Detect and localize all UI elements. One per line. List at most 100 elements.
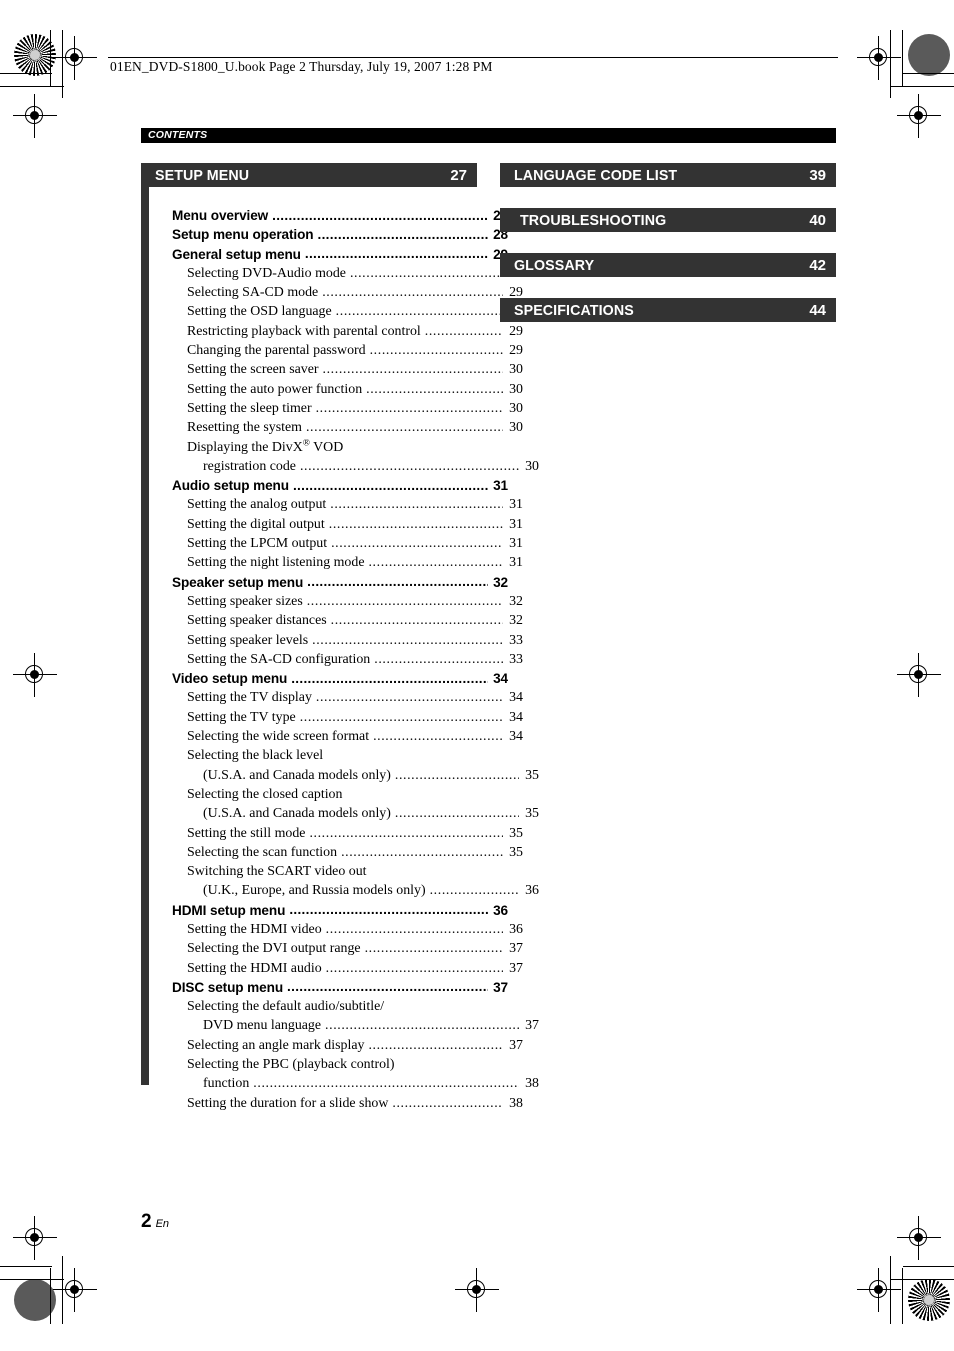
toc-entry-label: Setting the sleep timer [187, 400, 312, 416]
registration-mark-bottom-left [53, 1268, 97, 1312]
crop-line-tr-h1 [903, 73, 954, 75]
table-of-contents-left: Menu overview...........................… [141, 208, 539, 1115]
section-header-specifications[interactable]: SPECIFICATIONS 44 [500, 298, 836, 322]
toc-entry-level-2[interactable]: Selecting SA-CD mode....................… [141, 285, 523, 304]
registration-mark-top-right-lower [897, 94, 941, 138]
toc-entry-level-1[interactable]: Audio setup menu........................… [141, 478, 508, 497]
toc-entry-level-2[interactable]: Setting the OSD language................… [141, 304, 523, 323]
toc-entry-page-number: 30 [525, 458, 539, 474]
toc-entry-level-2[interactable]: Selecting the scan function.............… [141, 845, 523, 864]
registration-mark-bottom-right [857, 1268, 901, 1312]
crop-line-bl-h1 [0, 1266, 52, 1268]
toc-entry-page-number: 31 [509, 536, 523, 552]
toc-entry-level-2[interactable]: Switching the SCART video out...........… [141, 864, 523, 883]
toc-entry-level-2[interactable]: Setting the auto power function.........… [141, 382, 523, 401]
toc-entry-level-2[interactable]: Restricting playback with parental contr… [141, 324, 523, 343]
toc-entry-level-1[interactable]: General setup menu......................… [141, 247, 508, 266]
toc-entry-page-number: 31 [509, 516, 523, 532]
toc-entry-level-3[interactable]: function................................… [141, 1076, 539, 1095]
toc-entry-level-2[interactable]: Setting the night listening mode........… [141, 555, 523, 574]
halftone-star-target-bottom-right [908, 1279, 950, 1321]
toc-entry-page-number: 36 [509, 921, 523, 937]
toc-entry-level-2[interactable]: Setting the HDMI video..................… [141, 922, 523, 941]
toc-entry-level-2[interactable]: Setting the digital output..............… [141, 517, 523, 536]
toc-entry-page-number: 34 [493, 671, 508, 687]
toc-entry-level-1[interactable]: Video setup menu........................… [141, 671, 508, 690]
toc-entry-level-3[interactable]: registration code.......................… [141, 459, 539, 478]
toc-entry-level-2[interactable]: Setting the still mode..................… [141, 826, 523, 845]
toc-entry-level-2[interactable]: Setting the TV type.....................… [141, 710, 523, 729]
toc-entry-level-2[interactable]: Setting the TV display..................… [141, 690, 523, 709]
toc-entry-level-2[interactable]: Setting the duration for a slide show...… [141, 1096, 523, 1115]
toc-entry-level-2[interactable]: Displaying the DivX® VOD................… [141, 438, 523, 459]
toc-entry-level-3[interactable]: (U.S.A. and Canada models only).........… [141, 806, 539, 825]
page-folio: 2 En [141, 1211, 169, 1233]
toc-entry-level-2[interactable]: Selecting DVD-Audio mode................… [141, 266, 523, 285]
toc-entry-page-number: 30 [509, 381, 523, 397]
toc-dot-leader: ........................................… [325, 922, 503, 937]
toc-entry-label: Video setup menu [172, 671, 288, 687]
toc-entry-level-2[interactable]: Setting the LPCM output.................… [141, 536, 523, 555]
toc-entry-level-2[interactable]: Selecting an angle mark display.........… [141, 1038, 523, 1057]
folio-language-code: En [155, 1218, 170, 1230]
toc-entry-level-2[interactable]: Setting speaker levels..................… [141, 633, 523, 652]
toc-entry-level-1[interactable]: Speaker setup menu......................… [141, 575, 508, 594]
toc-entry-level-2[interactable]: Setting the SA-CD configuration.........… [141, 652, 523, 671]
toc-entry-page-number: 30 [509, 362, 523, 378]
section-header-troubleshooting[interactable]: TROUBLESHOOTING 40 [500, 208, 836, 232]
registration-mark-top-left [53, 36, 97, 80]
toc-dot-leader: ........................................… [366, 382, 503, 397]
section-title: LANGUAGE CODE LIST [514, 166, 678, 184]
toc-dot-leader: ........................................… [373, 730, 503, 744]
toc-entry-level-3[interactable]: (U.K., Europe, and Russia models only)..… [141, 883, 539, 902]
toc-dot-leader: ........................................… [374, 652, 503, 667]
toc-entry-level-2[interactable]: Selecting the PBC (playback control)....… [141, 1057, 523, 1076]
toc-dot-leader: ........................................… [331, 537, 503, 551]
toc-entry-level-2[interactable]: Selecting the black level...............… [141, 748, 523, 767]
crop-line-tl-h2 [0, 86, 64, 88]
toc-entry-level-1[interactable]: Setup menu operation....................… [141, 227, 508, 246]
toc-entry-level-2[interactable]: Changing the parental password..........… [141, 343, 523, 362]
toc-entry-level-2[interactable]: Setting speaker distances...............… [141, 613, 523, 632]
toc-dot-leader: ........................................… [330, 614, 503, 629]
toc-entry-level-2[interactable]: Selecting the default audio/subtitle/...… [141, 999, 523, 1018]
toc-entry-label: Setting the screen saver [187, 362, 319, 378]
toc-entry-level-2[interactable]: Resetting the system....................… [141, 420, 523, 439]
toc-entry-level-2[interactable]: Setting the HDMI audio..................… [141, 961, 523, 980]
toc-entry-page-number: 37 [493, 979, 508, 995]
section-header-setup-menu[interactable]: SETUP MENU 27 [141, 163, 477, 187]
toc-entry-level-3[interactable]: DVD menu language.......................… [141, 1018, 539, 1037]
toc-entry-level-1[interactable]: HDMI setup menu.........................… [141, 903, 508, 922]
section-header-glossary[interactable]: GLOSSARY 42 [500, 253, 836, 277]
crop-line-br-h1 [903, 1266, 954, 1268]
toc-entry-label: Resetting the system [187, 420, 302, 436]
toc-entry-level-2[interactable]: Setting the analog output...............… [141, 497, 523, 516]
toc-entry-level-2[interactable]: Setting the screen saver................… [141, 362, 523, 381]
toc-entry-label: Selecting SA-CD mode [187, 285, 319, 301]
registration-mark-mid-left [13, 653, 57, 697]
toc-dot-leader: ........................................… [424, 324, 503, 339]
section-header-language-code-list[interactable]: LANGUAGE CODE LIST 39 [500, 163, 836, 187]
toc-entry-label: DISC setup menu [172, 979, 284, 995]
running-header-text: 01EN_DVD-S1800_U.book Page 2 Thursday, J… [110, 59, 493, 74]
toc-entry-page-number: 33 [509, 632, 523, 648]
toc-dot-leader: ........................................… [315, 401, 503, 416]
solid-dot-target-top-right [908, 34, 950, 76]
toc-entry-label: Speaker setup menu [172, 574, 304, 590]
toc-dot-leader: ........................................… [292, 478, 488, 493]
toc-entry-label: Setting the TV type [187, 709, 296, 725]
toc-dot-leader: ........................................… [304, 247, 488, 261]
toc-entry-level-2[interactable]: Selecting the wide screen format........… [141, 729, 523, 748]
folio-page-number: 2 [141, 1211, 152, 1232]
registration-mark-top-left-lower [13, 94, 57, 138]
toc-entry-label: Setting the analog output [187, 497, 327, 513]
toc-entry-level-1[interactable]: Menu overview...........................… [141, 208, 508, 227]
toc-entry-level-2[interactable]: Setting speaker sizes...................… [141, 594, 523, 613]
toc-entry-level-2[interactable]: Selecting the DVI output range..........… [141, 941, 523, 960]
toc-entry-label: HDMI setup menu [172, 902, 286, 918]
toc-entry-label: Selecting the black level [187, 748, 324, 764]
toc-entry-level-2[interactable]: Setting the sleep timer.................… [141, 401, 523, 420]
toc-entry-level-3[interactable]: (U.S.A. and Canada models only).........… [141, 768, 539, 787]
toc-entry-level-1[interactable]: DISC setup menu.........................… [141, 980, 508, 999]
toc-entry-level-2[interactable]: Selecting the closed caption............… [141, 787, 523, 806]
